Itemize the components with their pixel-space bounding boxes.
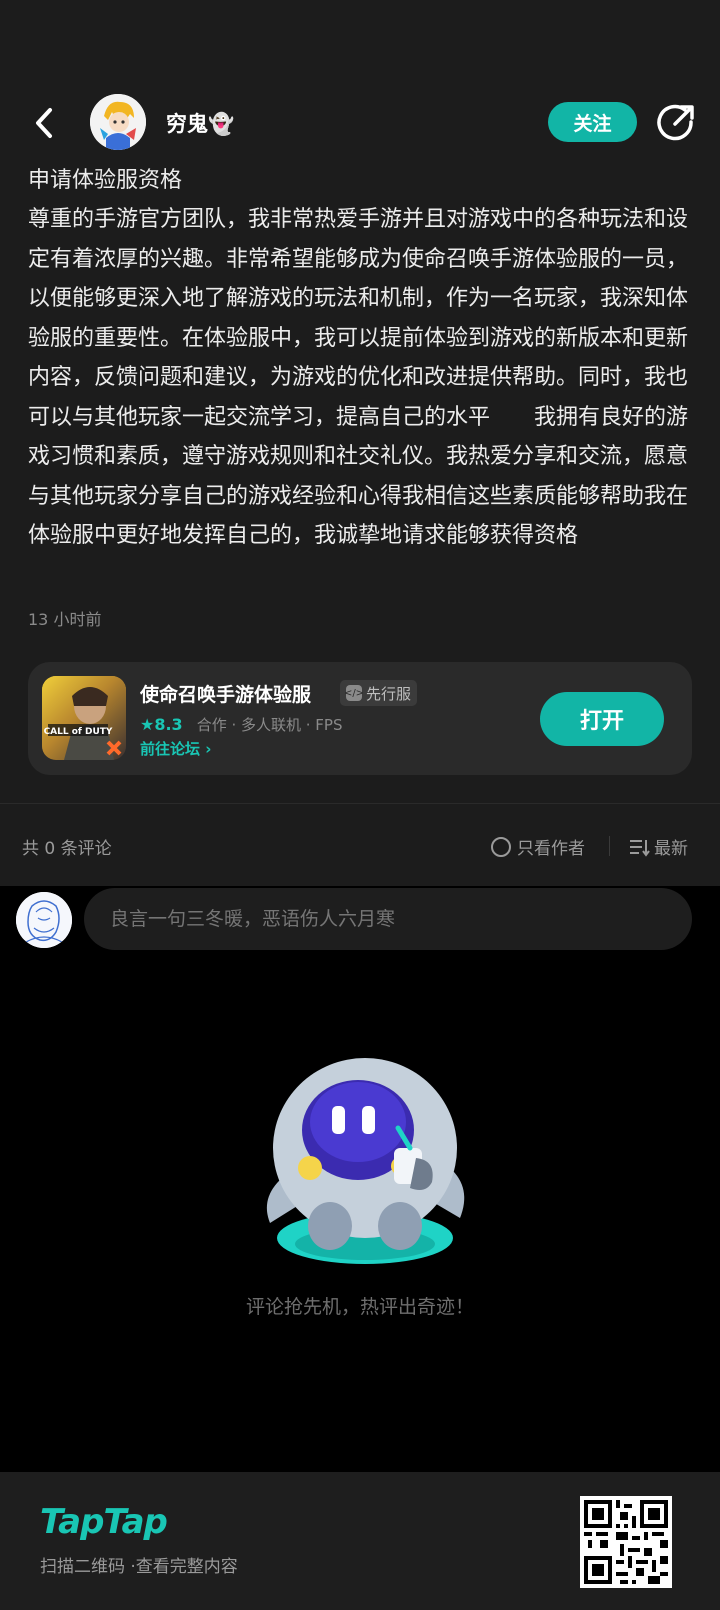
comment-input[interactable]	[84, 888, 692, 950]
sketch-avatar-icon	[16, 892, 72, 948]
game-tags: 合作 · 多人联机 · FPS	[196, 716, 343, 734]
radio-icon	[491, 836, 511, 857]
post-detail-page: 穷鬼👻 关注 申请体验服资格 尊重的手游官方团队，我非常热爱手游并且对游戏中的各…	[0, 0, 720, 1610]
sort-icon	[630, 839, 650, 857]
post-header: 穷鬼👻 关注	[0, 90, 720, 156]
follow-button[interactable]: 关注	[548, 102, 637, 142]
open-game-button[interactable]: 打开	[540, 692, 664, 746]
scan-hint: 扫描二维码 ·查看完整内容	[40, 1557, 238, 1577]
robot-mascot-icon	[266, 1058, 465, 1264]
qr-code-icon	[584, 1500, 668, 1584]
game-title[interactable]: 使命召唤手游体验服	[140, 680, 311, 707]
sort-button[interactable]: 最新	[628, 834, 688, 859]
early-access-badge: </> 先行服	[340, 680, 418, 706]
empty-state-mascot	[240, 1048, 490, 1278]
share-icon	[657, 104, 694, 141]
empty-comments-text: 评论抢先机，热评出奇迹！	[245, 1296, 474, 1318]
taptap-logo: TapTap	[40, 1502, 168, 1542]
rating-value: 8.3	[154, 715, 183, 734]
qr-code	[580, 1496, 672, 1588]
author-avatar[interactable]	[90, 94, 146, 150]
current-user-avatar	[16, 892, 72, 948]
share-button[interactable]	[655, 102, 697, 144]
game-meta: ★8.3 合作 · 多人联机 · FPS	[140, 714, 343, 735]
game-rating: ★8.3	[140, 715, 183, 734]
post-body: 尊重的手游官方团队，我非常热爱手游并且对游戏中的各种玩法和设定有着浓厚的兴趣。非…	[28, 207, 689, 548]
game-icon[interactable]: CALL of DUTY	[42, 676, 126, 760]
svg-text:CALL of DUTY: CALL of DUTY	[44, 727, 113, 737]
post-timestamp: 13 小时前	[28, 610, 102, 629]
only-author-label: 只看作者	[517, 839, 585, 859]
game-card[interactable]: CALL of DUTY 使命召唤手游体验服 </> 先行服 ★8.3 合作 ·…	[28, 662, 692, 775]
post-title: 申请体验服资格	[28, 168, 183, 193]
toolbar-separator	[609, 836, 610, 856]
anime-character-avatar-icon	[90, 94, 146, 150]
author-name[interactable]: 穷鬼👻	[166, 108, 234, 138]
star-icon: ★	[140, 715, 155, 734]
chevron-right-icon: ›	[205, 740, 212, 758]
call-of-duty-app-icon: CALL of DUTY	[42, 676, 126, 760]
forum-link-label: 前往论坛	[140, 740, 201, 758]
comment-count: 共 0 条评论	[22, 839, 112, 859]
forum-link[interactable]: 前往论坛 ›	[140, 738, 211, 759]
badge-label: 先行服	[366, 684, 412, 703]
back-button[interactable]	[26, 104, 64, 142]
code-icon: </>	[344, 685, 364, 701]
app-download-footer: TapTap 扫描二维码 ·查看完整内容	[0, 1472, 720, 1610]
chevron-left-icon	[36, 108, 52, 138]
comments-toolbar: 共 0 条评论 只看作者 最新	[0, 804, 720, 886]
sort-label: 最新	[654, 839, 688, 859]
only-author-toggle[interactable]: 只看作者	[491, 834, 585, 859]
